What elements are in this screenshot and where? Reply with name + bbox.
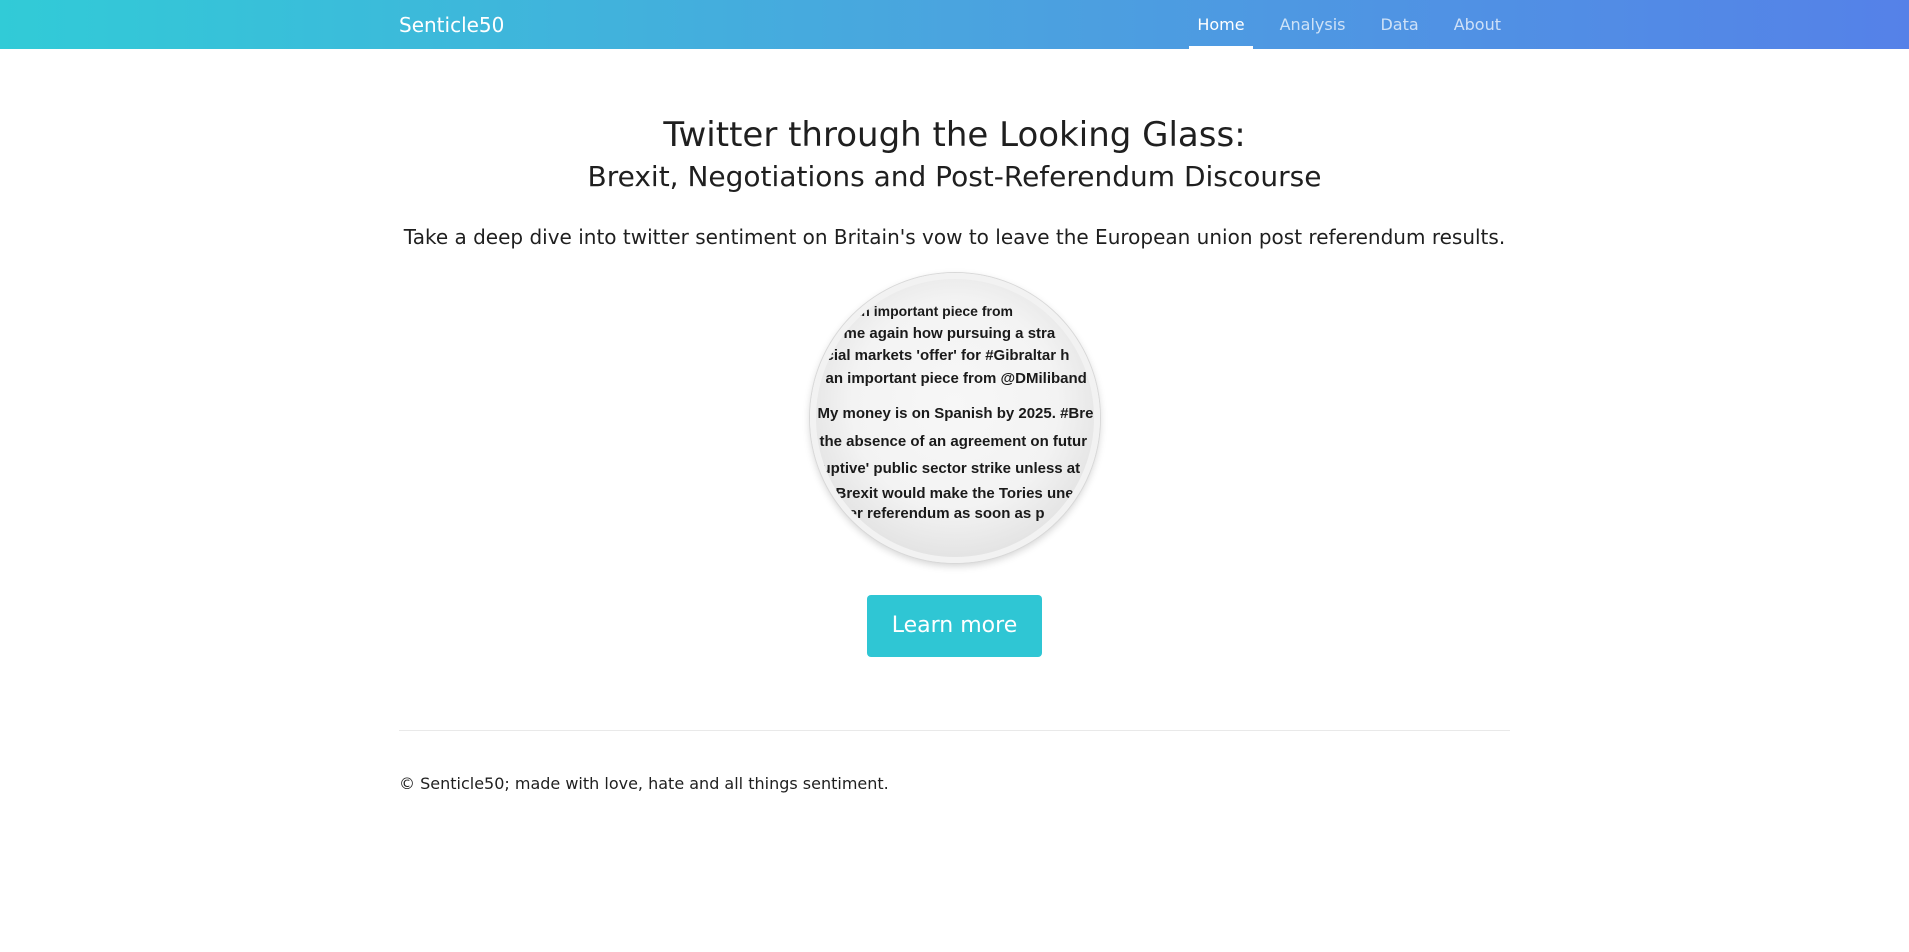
magnifier-text-line: an important piece from (853, 303, 1013, 319)
hero-title: Twitter through the Looking Glass: (663, 115, 1246, 155)
magnifier-graphic: an important piece from me again how pur… (809, 273, 1100, 563)
magnifier-text-line: uptive' public sector strike unless at (821, 460, 1081, 477)
hero-lead: Take a deep dive into twitter sentiment … (403, 225, 1506, 249)
magnifier-text-line: her referendum as soon as p (839, 505, 1045, 522)
hero-section: Twitter through the Looking Glass: Brexi… (0, 49, 1909, 657)
nav-analysis[interactable]: Analysis (1272, 0, 1354, 49)
magnifier-text-line: an important piece from @DMiliband (825, 370, 1087, 387)
magnifier-lens: an important piece from me again how pur… (809, 273, 1100, 563)
top-navbar: Senticle50 Home Analysis Data About (0, 0, 1909, 49)
magnifier-text-line: me again how pursuing a stra (843, 325, 1056, 342)
brand-link[interactable]: Senticle50 (399, 11, 504, 39)
footer-text: © Senticle50; made with love, hate and a… (399, 774, 889, 793)
magnifier-text-line: cial markets 'offer' for #Gibraltar h (825, 347, 1070, 364)
hero-subtitle: Brexit, Negotiations and Post-Referendum… (587, 160, 1322, 193)
magnifier-text-line: the absence of an agreement on futur (819, 433, 1088, 450)
nav-data[interactable]: Data (1372, 0, 1426, 49)
magnifier-text-line: My money is on Spanish by 2025. #Bre (817, 405, 1094, 422)
nav-about[interactable]: About (1446, 0, 1509, 49)
magnifier-text-line: Brexit would make the Tories une (835, 485, 1074, 502)
learn-more-button[interactable]: Learn more (866, 595, 1043, 657)
nav-menu: Home Analysis Data About (1170, 0, 1509, 49)
nav-home[interactable]: Home (1189, 0, 1253, 49)
footer-divider (399, 730, 1510, 731)
